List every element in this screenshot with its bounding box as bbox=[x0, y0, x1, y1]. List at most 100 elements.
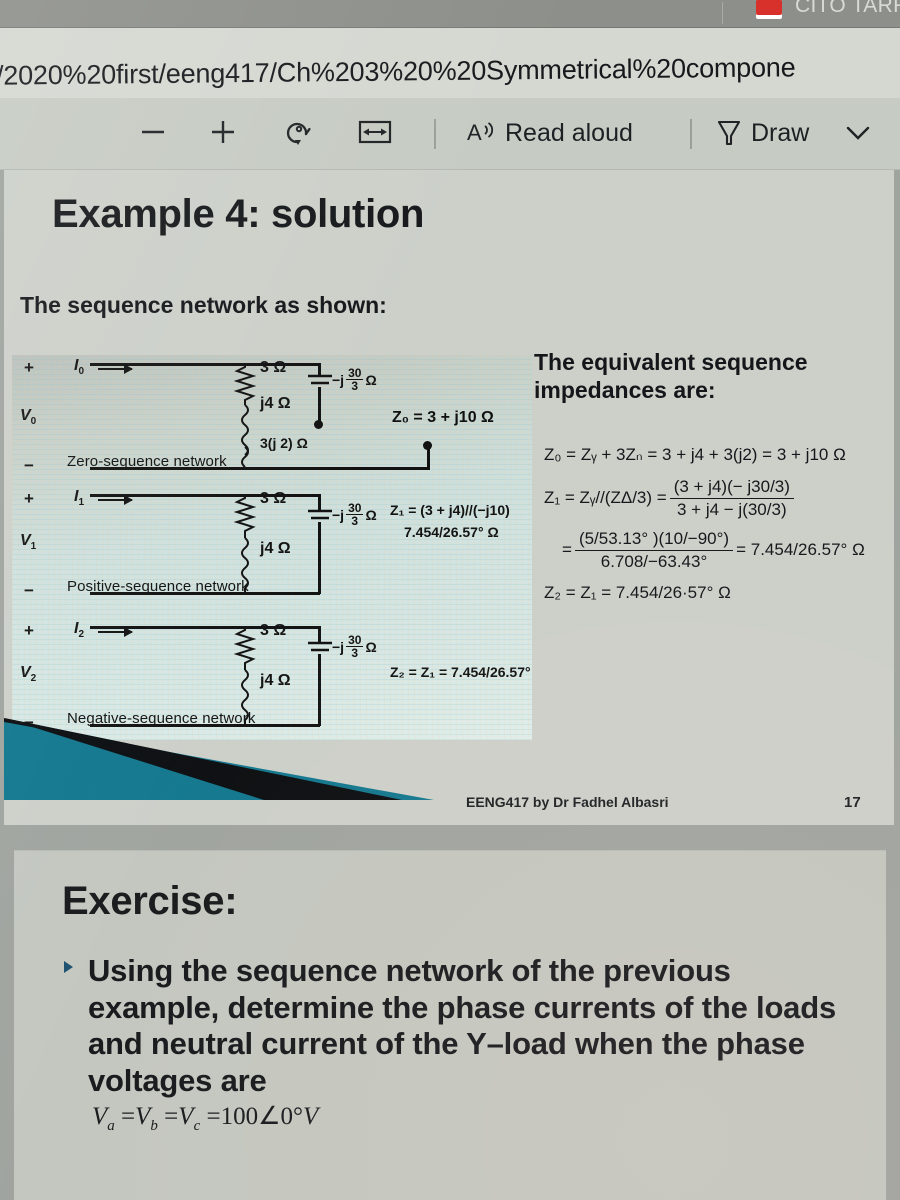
svg-text:A: A bbox=[467, 120, 482, 145]
bookmark-item-label[interactable]: CITO TARRIFS bbox=[795, 0, 900, 18]
chevron-down-icon bbox=[844, 122, 872, 146]
wire-return bbox=[318, 467, 430, 470]
zero-sequence-network: + − V0 I0 Zero-sequence network 3 Ω j4 Ω bbox=[12, 357, 532, 479]
plus-icon bbox=[208, 117, 238, 151]
pdf-document-area[interactable]: Example 4: solution The sequence network… bbox=[0, 170, 900, 1200]
exercise-bullet: Using the sequence network of the previo… bbox=[64, 953, 864, 1099]
zoom-in-button[interactable] bbox=[208, 117, 238, 151]
cap-denominator: 3 bbox=[351, 646, 359, 660]
neutral-impedance-value: 3(j 2) Ω bbox=[260, 435, 308, 451]
rhs-heading: The equivalent sequence impedances are: bbox=[534, 349, 808, 404]
exercise-formula: Va =Vb =Vc =100∠0°V bbox=[92, 1103, 319, 1134]
inductor-value-j4ohm: j4 Ω bbox=[260, 395, 291, 412]
cap-fraction: 30 3 bbox=[346, 634, 364, 660]
current-arrow-i2 bbox=[98, 627, 133, 637]
exercise-title: Exercise: bbox=[62, 879, 238, 923]
cap-unit: Ω bbox=[365, 506, 377, 523]
read-aloud-button[interactable]: A Read aloud bbox=[466, 117, 633, 151]
bookmark-bar: CITO TARRIFS bbox=[0, 0, 900, 28]
voltage-label-v0: V0 bbox=[20, 407, 37, 428]
address-bar[interactable]: /2020%20first/eeng417/Ch%203%20%20Symmet… bbox=[0, 28, 900, 98]
equals-sign: = bbox=[562, 540, 572, 560]
equation-z1-step2-numerator: (5/53.13° )(10/−90°) bbox=[574, 529, 734, 551]
voltage-label-v1: V1 bbox=[20, 532, 37, 553]
cap-fraction: 30 3 bbox=[346, 367, 364, 392]
fit-to-width-icon bbox=[358, 119, 392, 149]
negative-sequence-network: + − V2 I2 Negative-sequence network 3 Ω … bbox=[12, 620, 532, 740]
current-label-i0: I0 bbox=[74, 357, 85, 378]
slide-page-number: 17 bbox=[844, 794, 861, 811]
equation-z1-lhs: Z₁ = Zᵧ//(ZΔ/3) = bbox=[544, 488, 667, 508]
cap-sign: −j bbox=[332, 638, 345, 655]
cap-fraction: 30 3 bbox=[346, 502, 364, 528]
slide-page-17: Example 4: solution The sequence network… bbox=[4, 170, 894, 825]
equation-z1-step2-fraction: (5/53.13° )(10/−90°) 6.708/−63.43° bbox=[574, 529, 734, 571]
terminal-plus: + bbox=[24, 621, 34, 640]
bookmark-divider bbox=[722, 2, 723, 24]
resistor-value-3ohm: 3 Ω bbox=[260, 490, 287, 507]
equation-z1-fraction: (3 + j4)(− j30/3) 3 + j4 − j(30/3) bbox=[669, 477, 794, 519]
cap-denominator: 3 bbox=[351, 514, 359, 528]
minus-icon bbox=[138, 117, 168, 151]
url-text[interactable]: /2020%20first/eeng417/Ch%203%20%20Symmet… bbox=[0, 52, 796, 91]
terminal-plus: + bbox=[24, 489, 34, 508]
impedance-branch-icon bbox=[234, 494, 256, 593]
equations-block: Z₀ = Zᵧ + 3Zₙ = 3 + j4 + 3(j2) = 3 + j10… bbox=[544, 445, 894, 607]
z1-result-line2: 7.454/26.57° Ω bbox=[404, 524, 499, 540]
current-arrow-i0 bbox=[98, 364, 133, 374]
draw-label: Draw bbox=[751, 119, 810, 147]
equation-z1-numerator: (3 + j4)(− j30/3) bbox=[669, 477, 794, 499]
zero-sequence-network-label: Zero-sequence network bbox=[67, 453, 227, 470]
terminal-plus: + bbox=[24, 358, 34, 377]
read-aloud-icon: A bbox=[466, 117, 496, 151]
capacitor-value-label: −j 30 3 Ω bbox=[332, 634, 377, 659]
draw-options-chevron-button[interactable] bbox=[844, 122, 872, 146]
equation-z1-denominator: 3 + j4 − j(30/3) bbox=[676, 499, 787, 519]
zoom-out-button[interactable] bbox=[138, 117, 168, 151]
rotate-button[interactable] bbox=[282, 116, 314, 152]
cap-unit: Ω bbox=[365, 638, 377, 655]
equation-z1-step2: = (5/53.13° )(10/−90°) 6.708/−63.43° = 7… bbox=[562, 529, 894, 571]
draw-button[interactable]: Draw bbox=[716, 117, 809, 151]
slide-page-18: Exercise: Using the sequence network of … bbox=[14, 850, 886, 1200]
cap-lead-bottom bbox=[318, 522, 321, 594]
cap-sign: −j bbox=[332, 506, 345, 523]
impedance-branch-icon bbox=[234, 363, 256, 468]
cap-lead-bottom bbox=[318, 654, 321, 726]
voltage-label-v2: V2 bbox=[20, 664, 37, 685]
inductor-value-j4ohm: j4 Ω bbox=[260, 540, 291, 557]
toolbar-divider-2 bbox=[690, 118, 692, 149]
equation-z1-step2-rhs: = 7.454/26.57° Ω bbox=[736, 540, 865, 560]
bullet-triangle-icon bbox=[64, 961, 73, 973]
fit-to-width-button[interactable] bbox=[358, 119, 392, 149]
terminal-minus: − bbox=[24, 456, 34, 475]
toolbar-divider-1 bbox=[434, 118, 436, 149]
screenshot-root: CITO TARRIFS /2020%20first/eeng417/Ch%20… bbox=[0, 0, 900, 1200]
z1-result-line1: Z₁ = (3 + j4)//(−j10) bbox=[390, 502, 510, 518]
sequence-network-figure: + − V0 I0 Zero-sequence network 3 Ω j4 Ω bbox=[12, 355, 532, 740]
z0-result: Z₀ = 3 + j10 Ω bbox=[392, 409, 494, 426]
equation-z2: Z₂ = Z₁ = 7.454/26·57° Ω bbox=[544, 583, 731, 603]
negative-sequence-network-label: Negative-sequence network bbox=[67, 710, 256, 727]
page-title: Example 4: solution bbox=[52, 192, 425, 236]
inductor-value-j4ohm: j4 Ω bbox=[260, 672, 291, 689]
pen-icon bbox=[716, 117, 742, 151]
equation-z1: Z₁ = Zᵧ//(ZΔ/3) = (3 + j4)(− j30/3) 3 + … bbox=[544, 477, 894, 519]
capacitor-value-label: −j 30 3 Ω bbox=[332, 502, 377, 527]
junction-dot-2 bbox=[423, 441, 432, 450]
equation-z0: Z₀ = Zᵧ + 3Zₙ = 3 + j4 + 3(j2) = 3 + j10… bbox=[544, 445, 846, 464]
slide-footer: EENG417 by Dr Fadhel Albasri bbox=[466, 794, 669, 810]
pdf-viewer-toolbar: A Read aloud Draw bbox=[0, 98, 900, 170]
terminal-minus: − bbox=[24, 581, 34, 600]
capacitor-value-label: −j 30 3 Ω bbox=[332, 367, 377, 392]
rotate-icon bbox=[282, 116, 314, 152]
read-aloud-label: Read aloud bbox=[505, 119, 633, 147]
impedance-branch-icon bbox=[234, 626, 256, 725]
junction-dot bbox=[314, 420, 323, 429]
z2-result: Z₂ = Z₁ = 7.454/26.57° Ω bbox=[390, 664, 532, 680]
positive-sequence-network-label: Positive-sequence network bbox=[67, 578, 249, 595]
cap-sign: −j bbox=[332, 371, 345, 388]
current-arrow-i1 bbox=[98, 495, 133, 505]
positive-sequence-network: + − V1 I1 Positive-sequence network 3 Ω … bbox=[12, 488, 532, 610]
cap-unit: Ω bbox=[365, 371, 377, 388]
